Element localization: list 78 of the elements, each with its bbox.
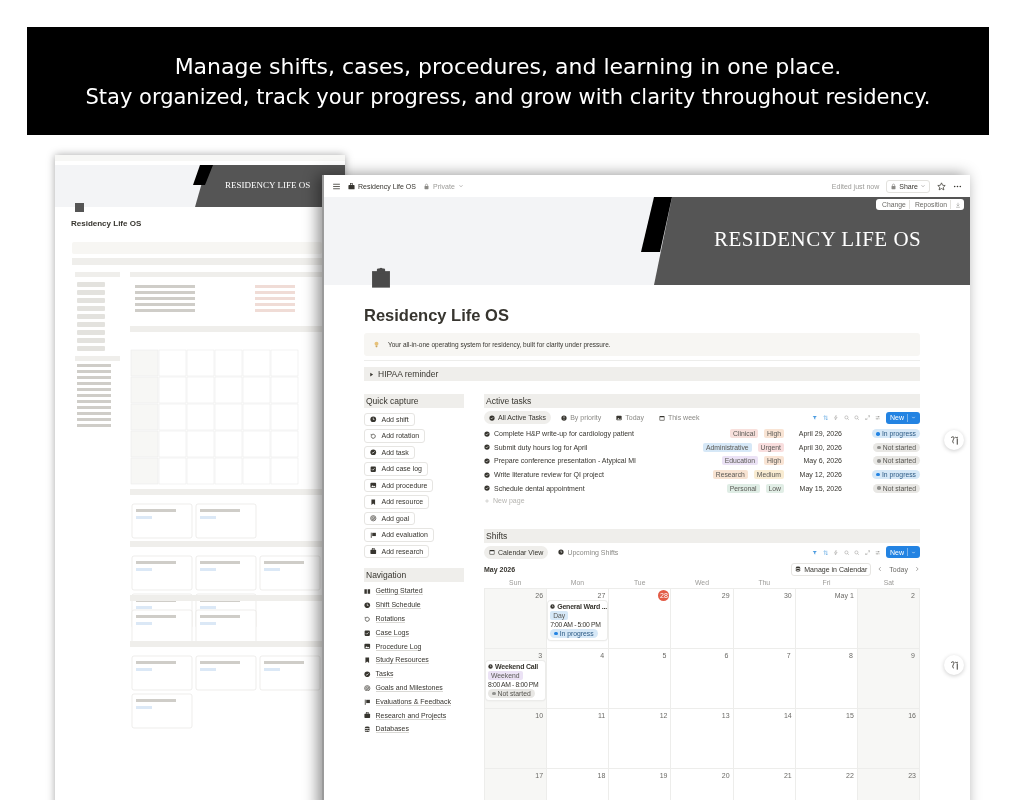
- menu-icon[interactable]: [332, 181, 341, 191]
- sort-icon[interactable]: [823, 549, 829, 556]
- chevron-left-icon[interactable]: [877, 566, 884, 573]
- section-heading: Shifts: [484, 528, 920, 543]
- settings-icon[interactable]: [875, 414, 881, 421]
- check-circle-icon: [484, 458, 490, 464]
- page-title: Residency Life OS: [364, 306, 510, 325]
- settings-icon[interactable]: [875, 549, 881, 556]
- lightning-icon[interactable]: [833, 414, 839, 421]
- target-icon: [364, 684, 371, 692]
- bookmark-icon: [364, 657, 371, 664]
- chevron-right-icon[interactable]: [914, 566, 920, 573]
- lightning-icon[interactable]: [833, 549, 839, 556]
- clock-icon: [370, 416, 377, 423]
- cover-title: RESIDENCY LIFE OS: [225, 180, 311, 190]
- rotate-icon: [364, 615, 371, 623]
- check-circle-icon: [489, 414, 495, 421]
- check-circle-icon: [370, 449, 377, 456]
- clock-icon: [488, 663, 493, 669]
- lightbulb-icon: [373, 341, 380, 348]
- section-heading: Navigation: [364, 567, 464, 582]
- check-circle-icon: [364, 670, 371, 678]
- headline-text: Stay organized, track your progress, and grow with clarity throughout residency.: [85, 84, 931, 109]
- database-icon: [795, 566, 802, 573]
- calendar-icon: [658, 414, 665, 421]
- lock-icon: [423, 182, 430, 190]
- check-circle-icon: [484, 471, 490, 478]
- section-heading: Quick capture: [364, 394, 464, 408]
- clock-icon: [550, 603, 556, 609]
- expand-icon[interactable]: [865, 549, 871, 556]
- download-icon[interactable]: [955, 201, 961, 208]
- check-circle-icon: [484, 430, 490, 437]
- filter-icon[interactable]: [812, 549, 818, 556]
- book-icon: [364, 588, 371, 595]
- calendar-icon: [489, 549, 495, 556]
- page-title: Residency Life OS: [71, 219, 142, 228]
- checkbox-icon: [364, 629, 371, 637]
- flag-icon: [370, 531, 377, 538]
- flag-icon: [364, 698, 371, 705]
- assistant-icon: [948, 434, 960, 446]
- briefcase-icon: [364, 712, 371, 719]
- clock-icon: [364, 601, 371, 609]
- assistant-icon: [948, 659, 960, 671]
- checkbox-icon: [370, 465, 377, 472]
- clipboard-icon: [370, 267, 392, 289]
- check-circle-icon: [484, 485, 490, 492]
- sort-icon[interactable]: [823, 414, 829, 421]
- caret-icon: [457, 183, 464, 189]
- assistant-button[interactable]: [944, 430, 964, 450]
- toggle-heading[interactable]: HIPAA reminder: [364, 367, 920, 381]
- section-heading: Active tasks: [484, 394, 920, 408]
- cover-title: RESIDENCY LIFE OS: [714, 227, 922, 252]
- caret-icon: [911, 549, 916, 555]
- lock-icon: [890, 182, 898, 190]
- search-icon[interactable]: [844, 549, 850, 556]
- caret-icon: [920, 183, 926, 189]
- check-circle-icon: [484, 444, 490, 451]
- rotate-icon: [370, 432, 377, 439]
- briefcase-icon: [348, 182, 355, 190]
- target-icon: [370, 515, 377, 522]
- assistant-button[interactable]: [944, 655, 964, 675]
- database-icon: [364, 726, 371, 733]
- image-icon: [364, 643, 371, 650]
- search-icon[interactable]: [854, 549, 860, 556]
- headline-text: Manage shifts, cases, procedures, and learning in one place.: [174, 53, 842, 79]
- caret-icon: [911, 415, 916, 420]
- briefcase-icon: [370, 548, 377, 555]
- search-icon[interactable]: [844, 414, 850, 421]
- star-icon[interactable]: [937, 181, 946, 191]
- bookmark-icon: [370, 498, 377, 505]
- expand-icon[interactable]: [865, 414, 871, 421]
- image-icon: [616, 414, 623, 421]
- clock-icon: [558, 549, 565, 556]
- plus-icon: [484, 497, 490, 504]
- image-icon: [370, 482, 377, 489]
- search-icon[interactable]: [854, 414, 860, 421]
- info-icon: [561, 414, 568, 421]
- filter-icon[interactable]: [812, 414, 818, 421]
